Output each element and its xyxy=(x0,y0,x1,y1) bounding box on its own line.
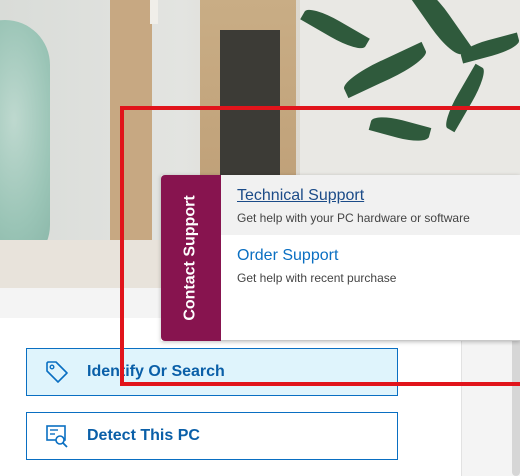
contact-support-tab-label: Contact Support xyxy=(182,195,200,321)
hero-vase xyxy=(0,20,50,270)
pc-scan-icon xyxy=(27,423,87,449)
hero-plank-detail xyxy=(150,0,158,24)
identify-or-search-label: Identify Or Search xyxy=(87,363,225,380)
order-support-desc: Get help with recent purchase xyxy=(237,271,397,285)
detect-this-pc-label: Detect This PC xyxy=(87,427,200,444)
contact-support-panel: Technical Support Get help with your PC … xyxy=(221,175,520,341)
order-support-link[interactable]: Order Support Get help with recent purch… xyxy=(221,235,520,295)
technical-support-title: Technical Support xyxy=(237,187,365,204)
technical-support-link[interactable]: Technical Support Get help with your PC … xyxy=(221,175,520,235)
detect-this-pc-button[interactable]: Detect This PC xyxy=(26,412,398,460)
contact-support-tab[interactable]: Contact Support xyxy=(161,175,221,341)
identify-or-search-button[interactable]: Identify Or Search xyxy=(26,348,398,396)
order-support-title: Order Support xyxy=(237,247,339,264)
tag-icon xyxy=(27,359,87,385)
contact-support-flyout: Contact Support Technical Support Get he… xyxy=(161,175,520,341)
technical-support-desc: Get help with your PC hardware or softwa… xyxy=(237,211,470,225)
